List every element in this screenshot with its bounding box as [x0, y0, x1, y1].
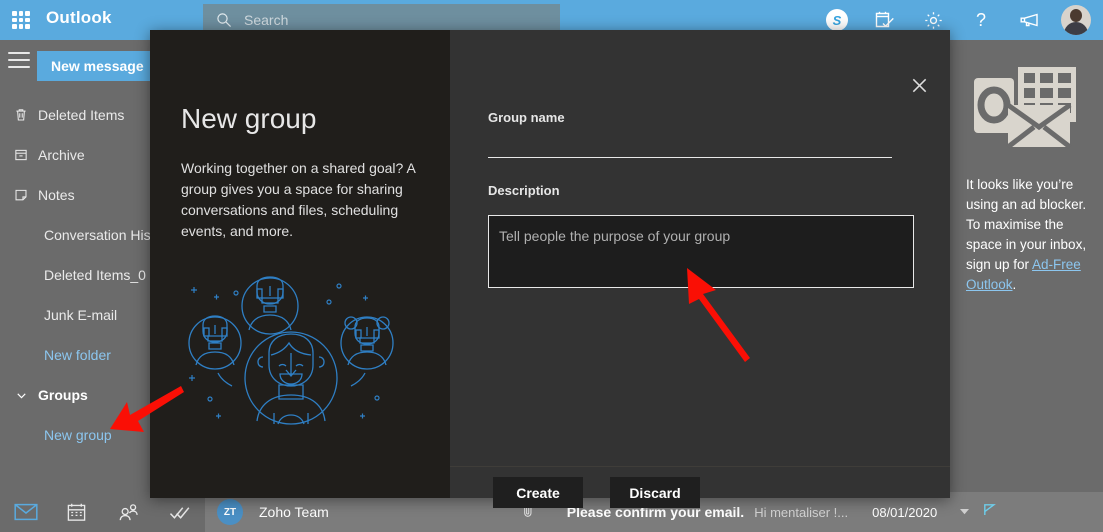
dialog-title: New group	[181, 103, 317, 134]
description-label: Description	[488, 183, 560, 198]
caret-down-icon[interactable]	[959, 503, 970, 521]
app-launcher-icon[interactable]	[12, 11, 30, 29]
sidebar-item-label: Notes	[38, 187, 75, 203]
archive-box-icon	[4, 147, 38, 163]
dialog-info-panel: New group Working together on a shared g…	[150, 30, 450, 498]
close-icon[interactable]	[898, 66, 940, 104]
new-group-dialog: New group Working together on a shared g…	[150, 30, 950, 508]
flag-icon[interactable]	[982, 502, 997, 522]
bottom-module-nav	[0, 492, 205, 532]
mail-icon[interactable]	[0, 492, 51, 532]
discard-button[interactable]: Discard	[610, 477, 700, 508]
message-preview: Hi mentaliser !...	[754, 504, 849, 520]
todo-check-icon[interactable]	[154, 492, 205, 532]
svg-text:?: ?	[976, 10, 986, 30]
message-date: 08/01/2020	[872, 504, 938, 520]
help-question-icon[interactable]: ?	[957, 0, 1005, 40]
outlook-logo-icon	[972, 65, 1080, 162]
message-sender: Zoho Team	[259, 504, 329, 520]
group-name-label: Group name	[488, 110, 565, 125]
ad-text-after: .	[1012, 277, 1017, 292]
group-of-people-illustration	[175, 273, 407, 450]
ad-blocker-message: It looks like you’re using an ad blocker…	[966, 175, 1090, 295]
sidebar-item-label: Deleted Items_0	[44, 267, 146, 283]
sidebar-item-label: New group	[44, 427, 112, 443]
note-icon	[4, 187, 38, 203]
description-input[interactable]	[488, 215, 914, 288]
dialog-form-panel: Group name Description Create Discard	[450, 30, 950, 508]
account-avatar[interactable]	[1053, 0, 1099, 40]
ad-blocker-panel: It looks like you’re using an ad blocker…	[948, 40, 1103, 492]
calendar-icon[interactable]	[51, 492, 102, 532]
search-icon	[216, 12, 232, 28]
sidebar-item-label: Junk E-mail	[44, 307, 118, 323]
sidebar-item-label: Deleted Items	[38, 107, 125, 123]
sidebar-item-label: Archive	[38, 147, 85, 163]
create-button[interactable]: Create	[493, 477, 583, 508]
sidebar-item-label: New folder	[44, 347, 111, 363]
people-icon[interactable]	[103, 492, 154, 532]
trash-icon	[4, 107, 38, 123]
sidebar-item-label: Groups	[38, 387, 88, 403]
chevron-down-icon	[4, 388, 38, 403]
search-placeholder: Search	[244, 12, 289, 28]
hamburger-menu-icon[interactable]	[8, 52, 30, 68]
avatar: ZT	[217, 499, 243, 525]
group-name-input[interactable]	[488, 130, 892, 158]
dialog-footer: Create Discard	[450, 467, 950, 508]
sidebar-item-label: Conversation His	[44, 227, 151, 243]
outlook-window: Outlook Search S ? New message Deleted I…	[0, 0, 1103, 532]
dialog-description-text: Working together on a shared goal? A gro…	[181, 160, 416, 239]
feedback-megaphone-icon[interactable]	[1005, 0, 1053, 40]
brand-title: Outlook	[46, 8, 112, 27]
new-message-button[interactable]: New message	[37, 51, 158, 81]
